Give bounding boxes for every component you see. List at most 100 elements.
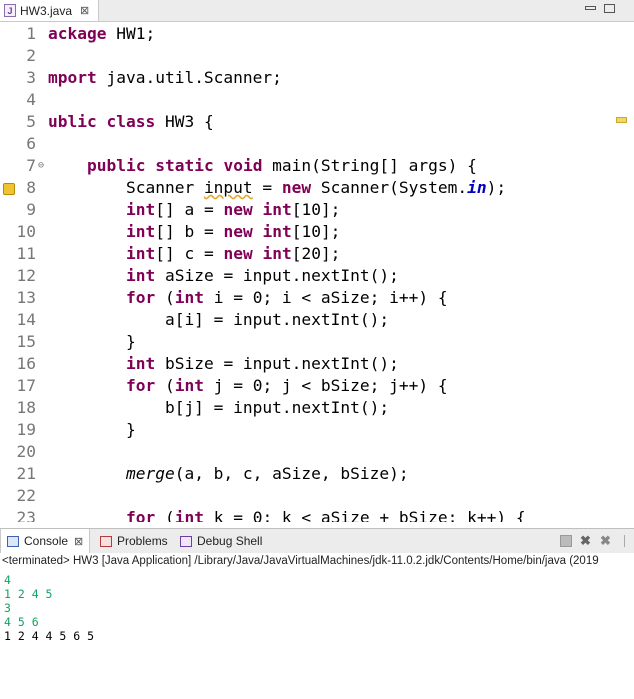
maximize-icon[interactable]: [604, 4, 615, 13]
code-line[interactable]: 6: [0, 133, 634, 155]
editor-tab-hw3[interactable]: J HW3.java ⊠: [0, 0, 99, 21]
console-output[interactable]: <terminated> HW3 [Java Application] /Lib…: [0, 553, 634, 699]
code-text: for (int j = 0; j < bSize; j++) {: [48, 375, 448, 397]
code-line[interactable]: 2: [0, 45, 634, 67]
code-text: int[] a = new int[10];: [48, 199, 340, 221]
code-line[interactable]: 12 int aSize = input.nextInt();: [0, 265, 634, 287]
code-text: int aSize = input.nextInt();: [48, 265, 399, 287]
terminate-icon[interactable]: [560, 535, 572, 547]
terminated-status: <terminated> HW3 [Java Application] /Lib…: [2, 555, 599, 567]
code-text: for (int k = 0; k < aSize + bSize; k++) …: [48, 507, 526, 522]
code-line[interactable]: 11 int[] c = new int[20];: [0, 243, 634, 265]
code-text: mport java.util.Scanner;: [48, 67, 282, 89]
code-token: new: [223, 222, 253, 241]
code-line[interactable]: 20: [0, 441, 634, 463]
code-token: [] b =: [155, 222, 224, 241]
code-line[interactable]: 15 }: [0, 331, 634, 353]
line-number: 23: [16, 508, 37, 522]
code-token: java.util.Scanner;: [96, 68, 282, 87]
code-line[interactable]: 23 for (int k = 0; k < aSize + bSize; k+…: [0, 507, 634, 522]
code-token: (a, b, c, aSize, bSize);: [174, 464, 409, 483]
code-text: b[j] = input.nextInt();: [48, 397, 389, 419]
console-tab-bar: Console ⊠ Problems Debug Shell ✖ ✖: [0, 528, 634, 554]
tab-problems[interactable]: Problems: [94, 529, 168, 553]
code-text: }: [48, 331, 136, 353]
code-token: int: [125, 266, 156, 285]
code-token: int: [125, 354, 156, 373]
code-token: new: [223, 244, 253, 263]
tab-console[interactable]: Console ⊠: [0, 529, 91, 553]
tab-debug-shell[interactable]: Debug Shell: [174, 529, 262, 553]
line-number: 16: [16, 354, 37, 373]
code-line[interactable]: 16 int bSize = input.nextInt();: [0, 353, 634, 375]
code-line[interactable]: 1 ackage HW1;: [0, 23, 634, 45]
remove-launch-icon[interactable]: ✖: [580, 534, 591, 547]
line-number: 5: [26, 112, 36, 131]
line-number: 12: [16, 266, 37, 285]
view-menu-icon[interactable]: [624, 535, 634, 547]
code-text: ackage HW1;: [48, 23, 155, 45]
code-text: }: [48, 419, 136, 441]
problems-icon: [100, 535, 112, 547]
code-token: (: [155, 508, 175, 522]
code-line[interactable]: 7 ⊖ public static void main(String[] args…: [0, 155, 634, 177]
code-token: merge: [125, 464, 175, 483]
remove-all-launches-icon[interactable]: ✖: [600, 534, 611, 547]
code-line[interactable]: 13 for (int i = 0; i < aSize; i++) {: [0, 287, 634, 309]
code-line[interactable]: 14 a[i] = input.nextInt();: [0, 309, 634, 331]
code-token: [20];: [291, 244, 341, 263]
code-token: public: [86, 156, 146, 175]
line-number: 22: [16, 486, 37, 505]
code-editor[interactable]: 1 ackage HW1; 2 3 mport java.util.Scanner; 4 5…: [0, 22, 634, 522]
fold-collapse-icon[interactable]: ⊖: [38, 155, 44, 177]
code-line[interactable]: 18 b[j] = input.nextInt();: [0, 397, 634, 419]
line-number: 14: [16, 310, 37, 329]
line-number: 3: [26, 68, 36, 87]
code-line[interactable]: 4: [0, 89, 634, 111]
code-line[interactable]: 3 mport java.util.Scanner;: [0, 67, 634, 89]
code-token: int: [174, 508, 204, 522]
line-number: 17: [16, 376, 37, 395]
code-token: for: [125, 288, 156, 307]
code-token: [10];: [291, 200, 341, 219]
code-token: class: [106, 112, 156, 131]
code-token: a[i] = input.nextInt();: [48, 310, 390, 329]
close-tab-icon[interactable]: ⊠: [80, 4, 89, 17]
code-text: for (int i = 0; i < aSize; i++) {: [48, 287, 448, 309]
code-line[interactable]: 5 ublic class HW3 {: [0, 111, 634, 133]
code-token: aSize = input.nextInt();: [155, 266, 399, 285]
code-token: }: [48, 420, 136, 439]
code-token: (: [155, 376, 175, 395]
code-token: new: [281, 178, 312, 197]
close-console-icon[interactable]: ⊠: [74, 535, 83, 548]
code-text: public static void main(String[] args) {: [48, 155, 477, 177]
code-line[interactable]: 8 Scanner input = new Scanner(System.in)…: [0, 177, 634, 199]
code-token: [10];: [291, 222, 341, 241]
code-line[interactable]: 9 int[] a = new int[10];: [0, 199, 634, 221]
tab-problems-label: Problems: [117, 534, 168, 548]
console-input-line: 3: [4, 601, 11, 615]
code-token: int: [174, 376, 204, 395]
code-text: merge(a, b, c, aSize, bSize);: [48, 463, 409, 485]
console-output-line: 1 2 4 4 5 6 5: [4, 629, 95, 643]
code-line[interactable]: 21 merge(a, b, c, aSize, bSize);: [0, 463, 634, 485]
minimize-icon[interactable]: [585, 6, 596, 10]
code-line[interactable]: 10 int[] b = new int[10];: [0, 221, 634, 243]
code-token: ublic: [48, 112, 97, 131]
code-token: int: [262, 244, 292, 263]
code-line[interactable]: 17 for (int j = 0; j < bSize; j++) {: [0, 375, 634, 397]
line-number: 20: [16, 442, 37, 461]
code-token: in: [467, 178, 487, 197]
code-line[interactable]: 19 }: [0, 419, 634, 441]
code-text: ublic class HW3 {: [48, 111, 214, 133]
code-line[interactable]: 22: [0, 485, 634, 507]
